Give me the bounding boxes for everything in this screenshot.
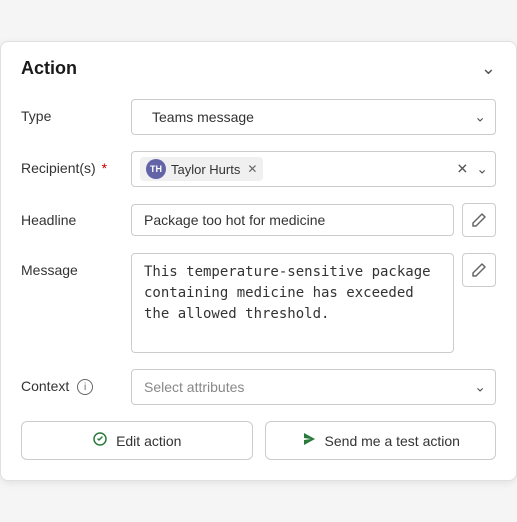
context-label: Context i — [21, 369, 131, 395]
recipients-input[interactable]: TH Taylor Hurts ✕ — [131, 151, 496, 187]
message-field: This temperature-sensitive package conta… — [131, 253, 496, 353]
type-label: Type — [21, 99, 131, 124]
headline-input-group — [131, 203, 496, 237]
recipient-remove-button[interactable]: ✕ — [247, 162, 257, 176]
recipients-row: Recipient(s) * TH Taylor Hurts ✕ ✕ ⌄ — [21, 151, 496, 187]
type-value: Teams message — [152, 109, 254, 125]
footer-buttons: Edit action Send me a test action — [21, 421, 496, 460]
recipient-tag: TH Taylor Hurts ✕ — [140, 157, 263, 181]
edit-action-label: Edit action — [116, 433, 181, 449]
type-field: T Teams message ⌄ — [131, 99, 496, 135]
recipient-avatar: TH — [146, 159, 166, 179]
headline-field — [131, 203, 496, 237]
message-edit-button[interactable] — [462, 253, 496, 287]
message-label: Message — [21, 253, 131, 278]
headline-input[interactable] — [131, 204, 454, 236]
clear-recipients-button[interactable]: ✕ — [457, 161, 469, 178]
recipients-field: TH Taylor Hurts ✕ ✕ ⌄ — [131, 151, 496, 187]
headline-row: Headline — [21, 203, 496, 237]
context-field: Select attributes ⌄ — [131, 369, 496, 405]
recipients-label: Recipient(s) * — [21, 151, 131, 176]
panel-title: Action — [21, 58, 77, 79]
message-input-group: This temperature-sensitive package conta… — [131, 253, 496, 353]
context-placeholder: Select attributes — [144, 379, 244, 395]
required-indicator: * — [98, 160, 107, 176]
type-select[interactable]: T Teams message — [131, 99, 496, 135]
recipients-dropdown-icon[interactable]: ⌄ — [476, 161, 488, 178]
recipients-actions: ✕ ⌄ — [457, 161, 488, 178]
edit-action-icon — [92, 431, 108, 450]
context-select[interactable]: Select attributes — [131, 369, 496, 405]
headline-label: Headline — [21, 203, 131, 228]
context-info-icon[interactable]: i — [77, 379, 93, 395]
message-input[interactable]: This temperature-sensitive package conta… — [131, 253, 454, 353]
test-action-label: Send me a test action — [325, 433, 460, 449]
context-row: Context i Select attributes ⌄ — [21, 369, 496, 405]
message-row: Message This temperature-sensitive packa… — [21, 253, 496, 353]
panel-header: Action ⌄ — [21, 58, 496, 79]
test-action-icon — [301, 431, 317, 450]
collapse-button[interactable]: ⌄ — [481, 58, 496, 79]
headline-edit-button[interactable] — [462, 203, 496, 237]
action-panel: Action ⌄ Type T Teams message ⌄ — [0, 41, 517, 481]
edit-action-button[interactable]: Edit action — [21, 421, 253, 460]
type-select-wrapper: T Teams message ⌄ — [131, 99, 496, 135]
type-row: Type T Teams message ⌄ — [21, 99, 496, 135]
test-action-button[interactable]: Send me a test action — [265, 421, 497, 460]
context-select-wrapper: Select attributes ⌄ — [131, 369, 496, 405]
recipient-name: Taylor Hurts — [171, 162, 240, 177]
